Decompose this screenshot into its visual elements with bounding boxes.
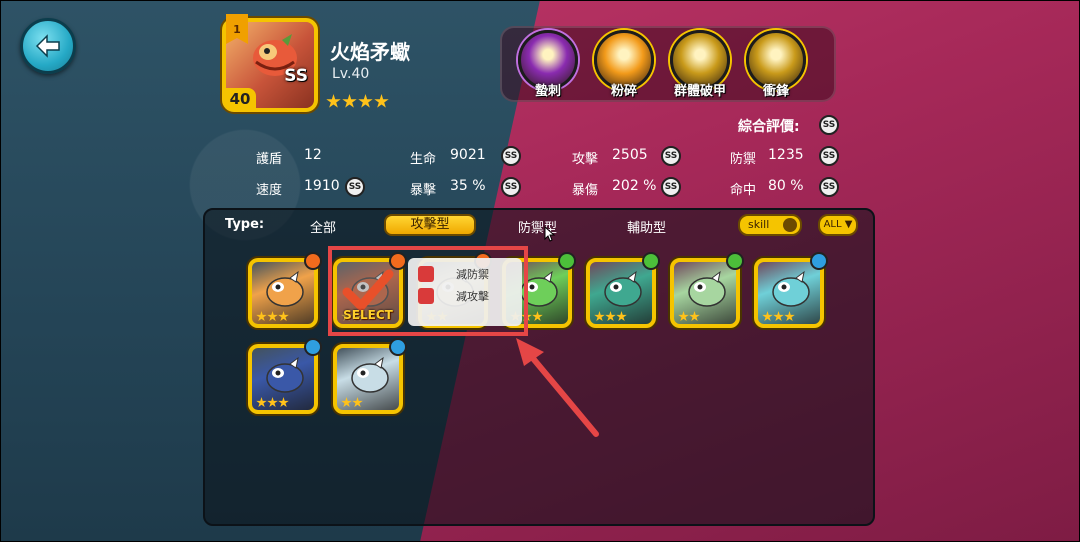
frame — [0, 0, 1080, 542]
